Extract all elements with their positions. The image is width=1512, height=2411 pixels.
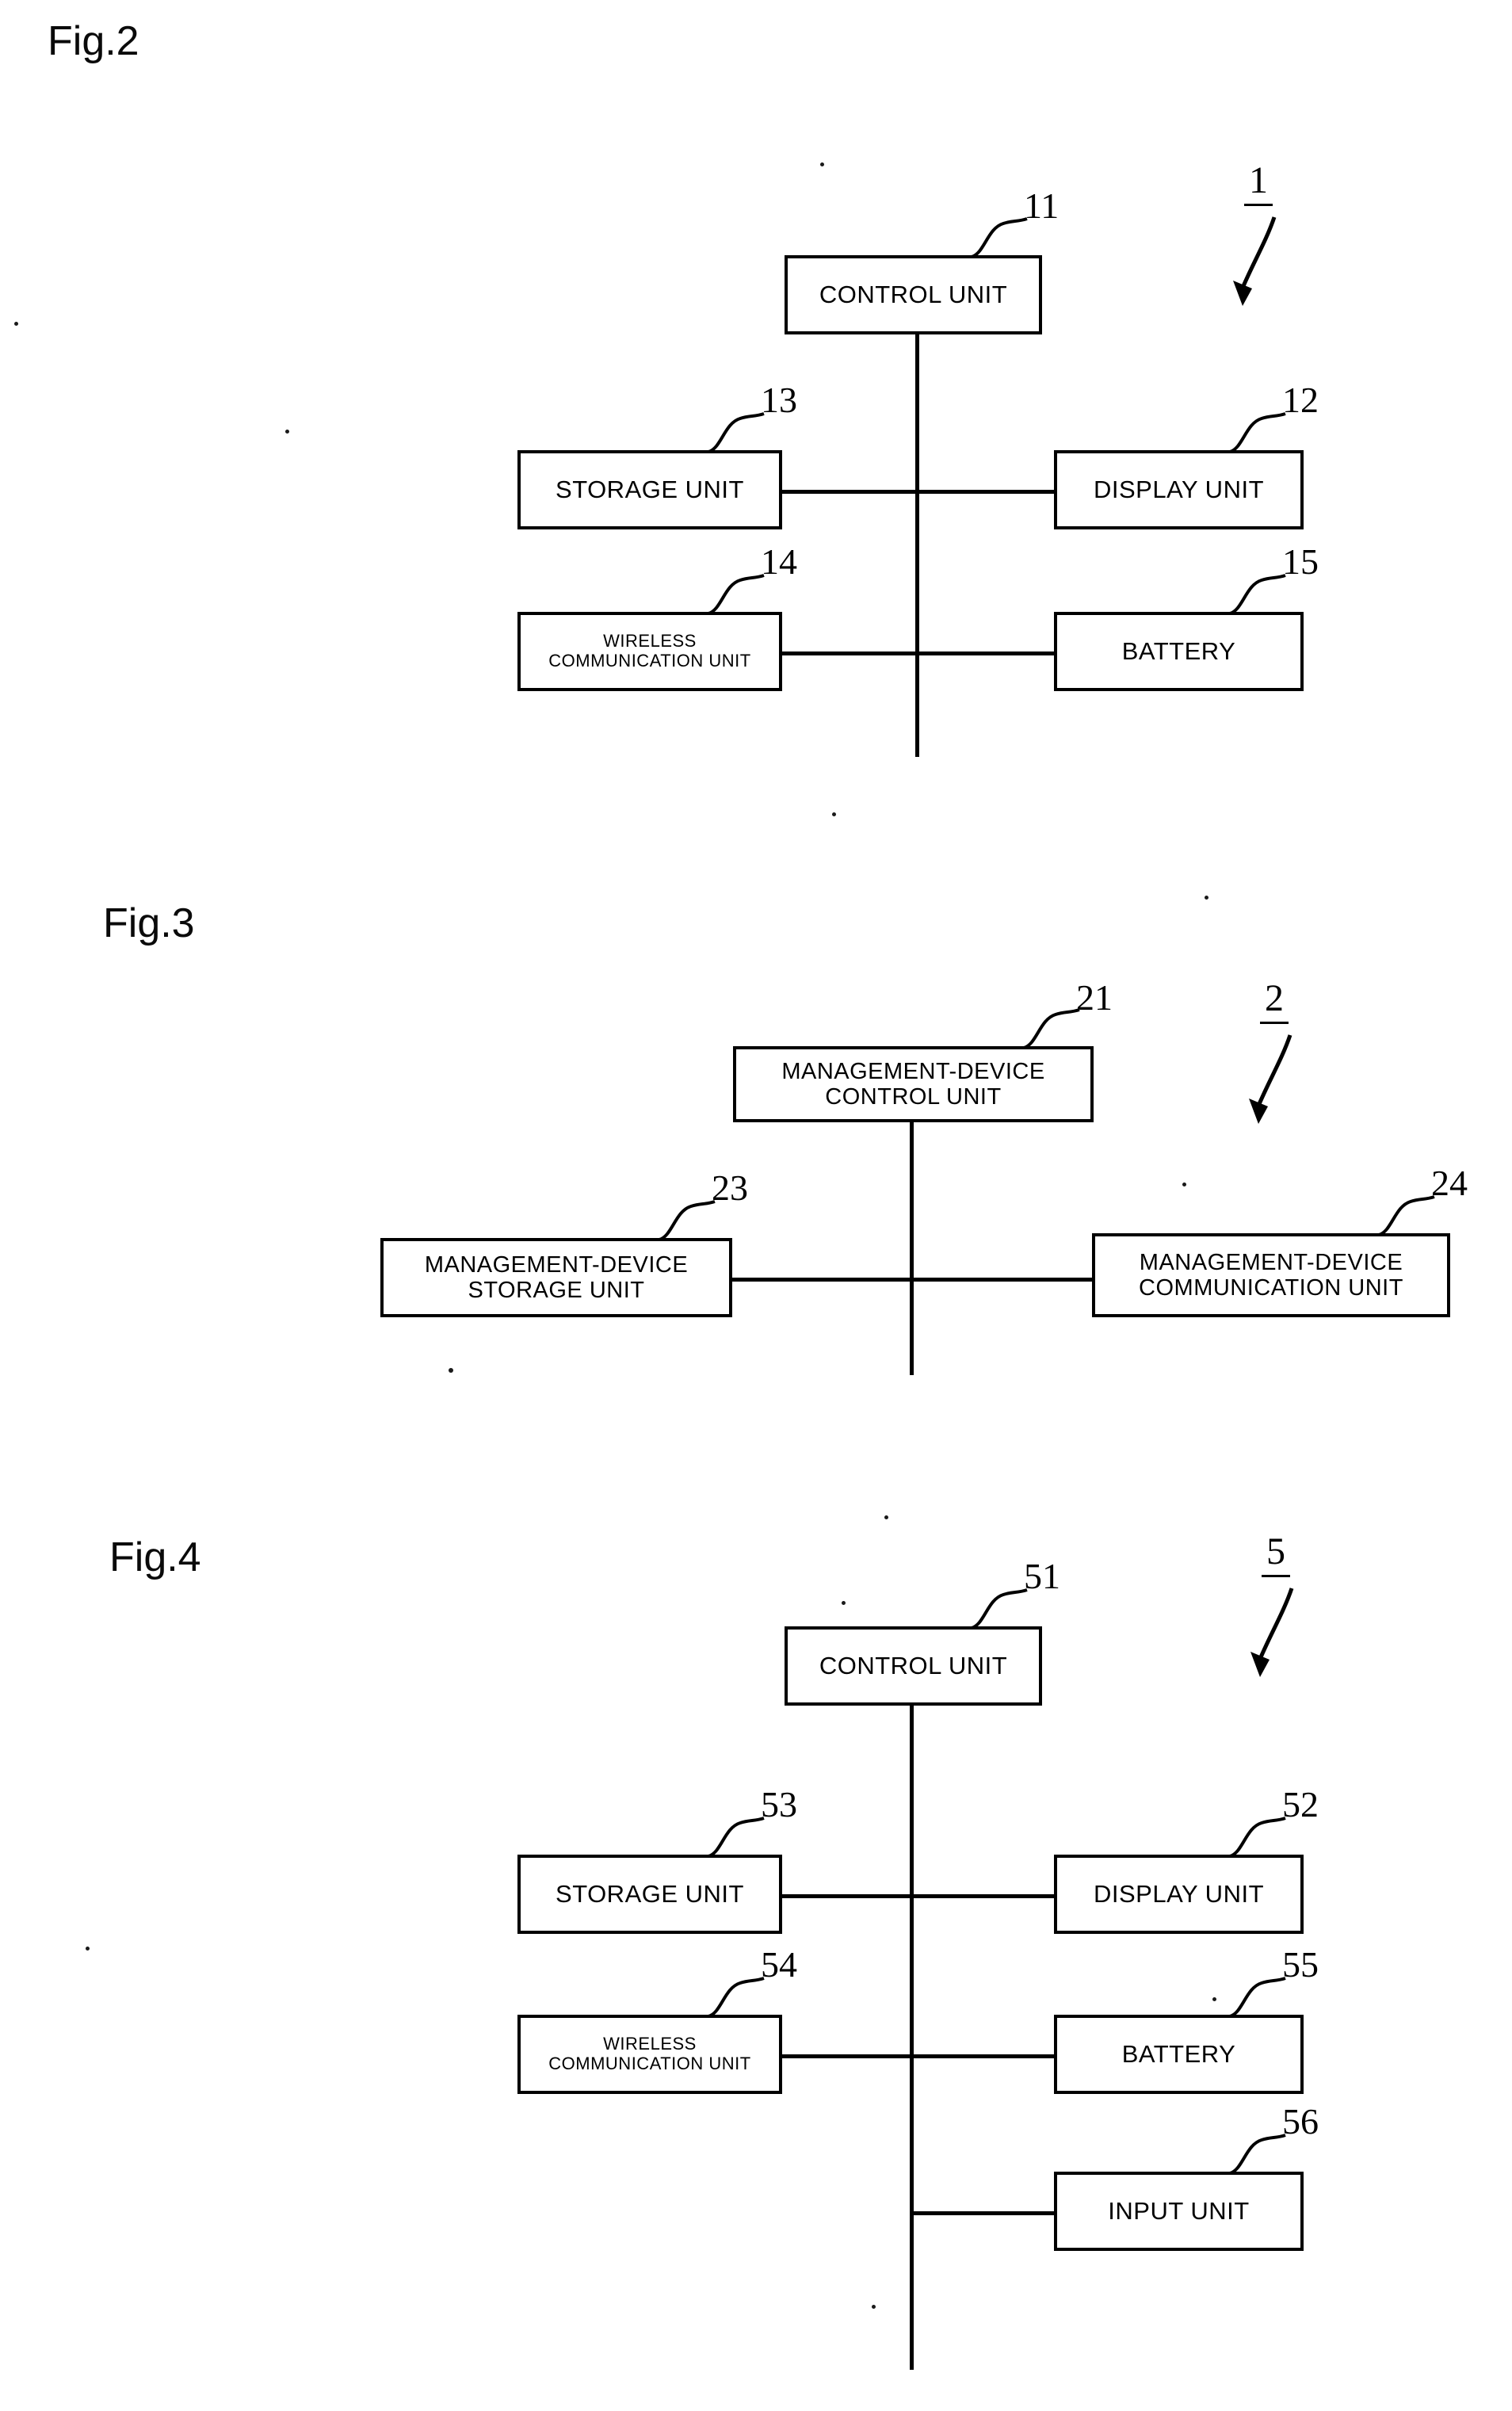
fig2-display-unit-label: DISPLAY UNIT — [1093, 475, 1265, 503]
fig2-control-unit-label: CONTROL UNIT — [819, 280, 1008, 308]
fig2-lead-number-15: 15 — [1282, 541, 1319, 582]
fig4-storage-unit-box: STORAGE UNIT — [517, 1855, 782, 1934]
fig4-connector-storage-display — [781, 1894, 1054, 1898]
fig3-connector-storage-comm — [729, 1278, 1094, 1282]
fig3-md-storage-unit-label: MANAGEMENT-DEVICE STORAGE UNIT — [424, 1251, 689, 1303]
fig4-battery-label: BATTERY — [1121, 2039, 1236, 2068]
fig4-battery-box: BATTERY — [1054, 2015, 1304, 2094]
fig2-storage-unit-box: STORAGE UNIT — [517, 450, 782, 529]
fig4-lead-number-53: 53 — [761, 1784, 797, 1824]
fig2-lead-number-11: 11 — [1024, 185, 1060, 226]
fig3-reference-arrow — [1249, 1034, 1292, 1124]
fig4-connector-input — [911, 2211, 1054, 2215]
fig2-connector-storage-display — [781, 490, 1054, 494]
fig3-md-storage-unit-box: MANAGEMENT-DEVICE STORAGE UNIT — [380, 1238, 732, 1317]
fig2-reference-numeral-value: 1 — [1244, 159, 1273, 206]
fig3-lead-number-24: 24 — [1431, 1163, 1468, 1203]
fig2-display-unit-box: DISPLAY UNIT — [1054, 450, 1304, 529]
fig4-reference-arrow — [1250, 1588, 1294, 1677]
fig2-battery-label: BATTERY — [1121, 636, 1236, 665]
fig4-storage-unit-label: STORAGE UNIT — [556, 1879, 744, 1908]
scan-speck — [1182, 1183, 1186, 1186]
scan-speck — [842, 1601, 846, 1605]
scan-speck — [449, 1368, 453, 1373]
fig4-connector-wireless-battery — [781, 2054, 1054, 2058]
fig4-lead-number-55: 55 — [1282, 1944, 1319, 1985]
fig4-lead-number-51: 51 — [1024, 1556, 1060, 1596]
fig2-wireless-comm-unit-label: WIRELESS COMMUNICATION UNIT — [548, 631, 751, 671]
fig2-battery-box: BATTERY — [1054, 612, 1304, 691]
figure-title-fig4: Fig.4 — [109, 1534, 201, 1580]
fig2-connector-wireless-battery — [781, 651, 1054, 655]
fig2-lead-number-13: 13 — [761, 380, 797, 420]
figure-title-fig2: Fig.2 — [48, 18, 139, 64]
fig2-lead-number-12: 12 — [1282, 380, 1319, 420]
fig2-wireless-comm-unit-box: WIRELESS COMMUNICATION UNIT — [517, 612, 782, 691]
fig2-lead-number-14: 14 — [761, 541, 797, 582]
fig2-storage-unit-label: STORAGE UNIT — [556, 475, 744, 503]
scan-speck — [1212, 1997, 1216, 2001]
fig3-reference-numeral-value: 2 — [1260, 976, 1289, 1024]
drawing-sheet: Fig.2 CONTROL UNIT 11 1 STORAGE UNIT 13 … — [0, 0, 1512, 2411]
fig4-control-unit-label: CONTROL UNIT — [819, 1651, 1008, 1679]
fig2-reference-arrow — [1233, 216, 1277, 306]
fig4-lead-number-54: 54 — [761, 1944, 797, 1985]
fig4-display-unit-label: DISPLAY UNIT — [1093, 1879, 1265, 1908]
figure-title-fig3: Fig.3 — [103, 900, 195, 946]
scan-speck — [820, 162, 824, 166]
fig4-wireless-comm-unit-box: WIRELESS COMMUNICATION UNIT — [517, 2015, 782, 2094]
fig3-lead-number-23: 23 — [712, 1167, 748, 1208]
scan-speck — [884, 1515, 888, 1519]
scan-speck — [872, 2305, 876, 2309]
fig3-md-control-unit-label: MANAGEMENT-DEVICE CONTROL UNIT — [781, 1058, 1045, 1110]
fig4-input-unit-label: INPUT UNIT — [1108, 2196, 1250, 2225]
scan-speck — [86, 1947, 90, 1951]
fig2-reference-numeral: 1 — [1244, 159, 1273, 206]
fig3-reference-numeral: 2 — [1260, 976, 1289, 1024]
scan-speck — [1205, 896, 1208, 900]
fig4-reference-numeral: 5 — [1262, 1530, 1290, 1577]
fig4-input-unit-box: INPUT UNIT — [1054, 2172, 1304, 2251]
fig4-lead-number-52: 52 — [1282, 1784, 1319, 1824]
scan-speck — [832, 812, 836, 816]
fig4-lead-number-56: 56 — [1282, 2101, 1319, 2142]
fig3-md-control-unit-box: MANAGEMENT-DEVICE CONTROL UNIT — [733, 1046, 1094, 1122]
fig4-display-unit-box: DISPLAY UNIT — [1054, 1855, 1304, 1934]
scan-speck — [14, 322, 18, 326]
fig4-reference-numeral-value: 5 — [1262, 1530, 1290, 1577]
fig4-wireless-comm-unit-label: WIRELESS COMMUNICATION UNIT — [548, 2034, 751, 2073]
fig2-bus-line — [915, 334, 919, 757]
fig4-bus-line — [910, 1706, 914, 2370]
fig4-control-unit-box: CONTROL UNIT — [785, 1626, 1042, 1706]
fig3-md-comm-unit-label: MANAGEMENT-DEVICE COMMUNICATION UNIT — [1139, 1249, 1403, 1301]
scan-speck — [285, 430, 289, 434]
fig3-md-comm-unit-box: MANAGEMENT-DEVICE COMMUNICATION UNIT — [1092, 1233, 1450, 1317]
fig3-bus-line — [910, 1121, 914, 1375]
fig2-control-unit-box: CONTROL UNIT — [785, 255, 1042, 334]
fig3-lead-number-21: 21 — [1076, 977, 1113, 1018]
